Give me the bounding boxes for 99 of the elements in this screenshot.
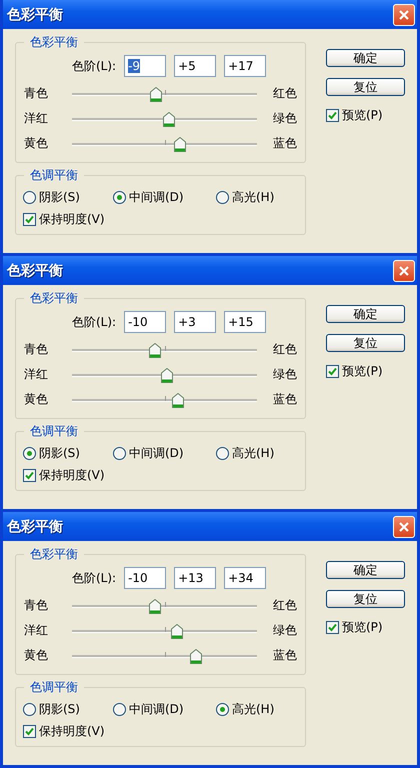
close-icon xyxy=(398,8,410,20)
input-field[interactable]: -10 xyxy=(124,311,166,333)
radio-button[interactable] xyxy=(23,190,36,204)
radio-label: 高光(H) xyxy=(232,444,274,462)
checkbox-label: 保持明度(V) xyxy=(39,210,105,228)
slider-track[interactable] xyxy=(72,648,257,664)
radio-button[interactable] xyxy=(113,702,126,716)
input-field[interactable]: +17 xyxy=(224,55,266,77)
input-field[interactable]: -9 xyxy=(124,55,166,77)
slider-thumb[interactable] xyxy=(172,392,184,408)
dialog-button[interactable]: 复位 xyxy=(326,334,405,352)
slider-thumb[interactable] xyxy=(150,86,162,102)
slider-label: 蓝色 xyxy=(272,135,297,152)
close-button[interactable] xyxy=(393,260,415,282)
group-title: 色调平衡 xyxy=(24,167,84,184)
radio-label: 中间调(D) xyxy=(129,188,184,206)
close-icon xyxy=(398,264,410,276)
slider-label: 绿色 xyxy=(272,110,297,127)
slider-label: 洋红 xyxy=(24,366,49,383)
slider-label: 绿色 xyxy=(272,366,297,383)
radio-button[interactable] xyxy=(23,702,36,716)
slider-track[interactable] xyxy=(72,598,257,614)
checkbox-label: 预览(P) xyxy=(342,363,383,380)
slider-label: 黄色 xyxy=(24,391,49,408)
input-field[interactable]: +34 xyxy=(224,567,266,589)
slider-track[interactable] xyxy=(72,136,257,152)
slider-thumb[interactable] xyxy=(161,368,174,382)
slider-label: 黄色 xyxy=(24,135,49,152)
dialog-button[interactable]: 复位 xyxy=(326,78,405,96)
radio-button[interactable] xyxy=(23,446,36,460)
radio-label: 阴影(S) xyxy=(39,700,80,718)
slider-thumb[interactable] xyxy=(149,598,162,614)
slider-label: 洋红 xyxy=(24,622,49,639)
levels-label: 色阶(L): xyxy=(72,314,116,330)
radio-button[interactable] xyxy=(216,702,229,716)
input-field[interactable]: +5 xyxy=(174,55,216,77)
radio-label: 中间调(D) xyxy=(129,700,184,718)
window-title: 色彩平衡 xyxy=(7,6,63,24)
window-title: 色彩平衡 xyxy=(7,518,63,536)
slider-track[interactable] xyxy=(72,366,257,382)
input-field[interactable]: -10 xyxy=(124,567,166,589)
slider-track[interactable] xyxy=(72,622,257,638)
checkbox[interactable] xyxy=(23,468,36,482)
slider-thumb[interactable] xyxy=(149,342,162,358)
group-title: 色彩平衡 xyxy=(24,546,84,563)
levels-label: 色阶(L): xyxy=(72,570,116,586)
checkbox-label: 预览(P) xyxy=(342,619,383,636)
slider-label: 绿色 xyxy=(272,622,297,639)
slider-label: 蓝色 xyxy=(272,647,297,664)
radio-button[interactable] xyxy=(113,446,126,460)
slider-thumb[interactable] xyxy=(170,624,183,638)
slider-thumb[interactable] xyxy=(174,136,186,152)
radio-label: 阴影(S) xyxy=(39,444,80,462)
group-title: 色彩平衡 xyxy=(24,34,84,51)
checkbox[interactable] xyxy=(326,365,339,378)
input-field[interactable]: +13 xyxy=(174,567,216,589)
slider-label: 青色 xyxy=(24,85,49,102)
close-button[interactable] xyxy=(393,516,415,538)
checkbox[interactable] xyxy=(23,724,36,738)
dialog-button[interactable]: 确定 xyxy=(326,561,405,579)
radio-label: 阴影(S) xyxy=(39,188,80,206)
input-field[interactable]: +15 xyxy=(224,311,266,333)
close-icon xyxy=(398,520,410,532)
levels-label: 色阶(L): xyxy=(72,58,116,74)
checkbox-label: 保持明度(V) xyxy=(39,466,105,484)
slider-thumb[interactable] xyxy=(190,648,202,664)
slider-track[interactable] xyxy=(72,110,257,126)
checkbox[interactable] xyxy=(23,212,36,226)
radio-label: 高光(H) xyxy=(232,700,274,718)
slider-track[interactable] xyxy=(72,392,257,408)
slider-label: 青色 xyxy=(24,341,49,358)
radio-button[interactable] xyxy=(216,190,229,204)
checkbox-label: 预览(P) xyxy=(342,107,383,124)
group-title: 色彩平衡 xyxy=(24,290,84,307)
checkbox[interactable] xyxy=(326,621,339,634)
group-title: 色调平衡 xyxy=(24,679,84,696)
close-button[interactable] xyxy=(393,4,415,26)
slider-label: 红色 xyxy=(272,597,297,614)
slider-label: 洋红 xyxy=(24,110,49,127)
group-title: 色调平衡 xyxy=(24,423,84,440)
slider-label: 黄色 xyxy=(24,647,49,664)
radio-label: 中间调(D) xyxy=(129,444,184,462)
checkbox-label: 保持明度(V) xyxy=(39,722,105,740)
radio-button[interactable] xyxy=(216,446,229,460)
dialog-button[interactable]: 复位 xyxy=(326,590,405,608)
window-title: 色彩平衡 xyxy=(7,262,63,280)
radio-label: 高光(H) xyxy=(232,188,274,206)
slider-label: 红色 xyxy=(272,85,297,102)
dialog-button[interactable]: 确定 xyxy=(326,49,405,67)
checkbox[interactable] xyxy=(326,109,339,122)
slider-label: 红色 xyxy=(272,341,297,358)
slider-label: 蓝色 xyxy=(272,391,297,408)
slider-thumb[interactable] xyxy=(163,112,176,126)
input-field[interactable]: +3 xyxy=(174,311,216,333)
slider-label: 青色 xyxy=(24,597,49,614)
slider-track[interactable] xyxy=(72,86,257,102)
dialog-button[interactable]: 确定 xyxy=(326,305,405,323)
slider-track[interactable] xyxy=(72,342,257,358)
radio-button[interactable] xyxy=(113,190,126,204)
